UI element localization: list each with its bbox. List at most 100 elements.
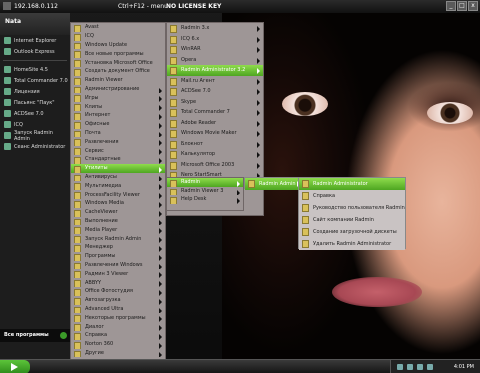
menu2-item[interactable]: Mail.ru Агент <box>167 76 263 87</box>
menu1-item[interactable]: Администрирование <box>71 85 165 94</box>
menu1-item[interactable]: ABBYY <box>71 278 165 287</box>
menu2-item[interactable]: Total Commander 7 <box>167 107 263 118</box>
menu1-item[interactable]: Клипы <box>71 102 165 111</box>
menu1-item[interactable]: Advanced Ultra <box>71 305 165 314</box>
tray-network-icon[interactable] <box>397 364 403 370</box>
program-icon <box>170 56 177 65</box>
tray-radmin-icon[interactable] <box>417 364 423 370</box>
menu1-item[interactable]: Развлечения <box>71 137 165 147</box>
menu1-item[interactable]: Создать документ Office <box>71 67 165 76</box>
submenu-arrow-icon <box>257 78 260 85</box>
menu5-item[interactable]: Radmin Administrator <box>299 178 405 190</box>
menu2-item-label: Adobe Reader <box>181 119 217 126</box>
start-item-internet-explorer[interactable]: Internet Explorer <box>0 35 70 46</box>
menu4-item-label: Radmin Admin <box>259 181 296 187</box>
start-item-acdsee[interactable]: ACDSee 7.0 <box>0 108 70 119</box>
menu1-item[interactable]: Развлечения Windows <box>71 261 165 270</box>
menu1-item[interactable]: Менеджер <box>71 243 165 252</box>
photo-lips <box>332 277 422 307</box>
maximize-button[interactable]: □ <box>457 1 467 11</box>
menu1-item[interactable]: Интернет <box>71 111 165 120</box>
menu2-item[interactable]: Блокнот <box>167 139 263 150</box>
menu1-item[interactable]: Другие <box>71 349 165 358</box>
menu1-item[interactable]: ICQ <box>71 32 165 41</box>
remote-session-topbar: 192.168.0.112 Ctrl+F12 - menu NO LICENSE… <box>0 0 480 13</box>
program-icon <box>302 204 309 212</box>
all-programs-button[interactable]: Все программы <box>0 329 70 342</box>
menu5-item[interactable]: Справка <box>299 190 405 202</box>
menu1-item[interactable]: Сервис <box>71 146 165 155</box>
menu3-item[interactable]: Radmin Viewer 3 <box>167 187 243 195</box>
menu1-item[interactable]: Справка <box>71 331 165 340</box>
menu2-item[interactable]: Калькулятор <box>167 149 263 160</box>
start-item-license[interactable]: Лицензия <box>0 86 70 97</box>
menu2-item-label: Opera <box>181 56 197 63</box>
menu2-item[interactable]: Skype <box>167 97 263 108</box>
tray-volume-icon[interactable] <box>407 364 413 370</box>
menu1-item[interactable]: Радмин 3 Viewer <box>71 269 165 279</box>
menu2-item[interactable]: ACDSee 7.0 <box>167 86 263 97</box>
menu2-item[interactable]: Windows Movie Maker <box>167 128 263 139</box>
menu1-item[interactable]: Установка Microsoft Office <box>71 58 165 67</box>
menu2-item[interactable]: Adobe Reader <box>167 118 263 129</box>
start-item-outlook-express[interactable]: Outlook Express <box>0 46 70 57</box>
menu1-item-label: Радмин 3 Viewer <box>85 270 129 277</box>
start-item-spider[interactable]: Пасьянс "Паук" <box>0 97 70 108</box>
menu1-item[interactable]: Norton 360 <box>71 340 165 349</box>
menu1-item[interactable]: Почта <box>71 129 165 138</box>
menu1-item-label: Некоторые программы <box>85 314 146 321</box>
menu1-item[interactable]: Windows Update <box>71 41 165 50</box>
menu5-item[interactable]: Удалить Radmin Administrator <box>299 238 405 250</box>
menu2-item[interactable]: Radmin Administrator 3.2 <box>167 65 263 76</box>
submenu-arrow-icon <box>257 141 260 148</box>
menu1-item[interactable]: CacheViewer <box>71 208 165 217</box>
menu1-item[interactable]: Автозагрузка <box>71 296 165 305</box>
menu2-item[interactable]: Radmin 3.x <box>167 23 263 34</box>
start-button[interactable] <box>0 360 30 373</box>
menu2-item[interactable]: Microsoft Office 2003 <box>167 160 263 171</box>
program-icon <box>74 104 81 111</box>
menu1-item[interactable]: Avast <box>71 23 165 32</box>
menu1-item[interactable]: Некоторые программы <box>71 313 165 323</box>
menu1-item[interactable]: Стандартные <box>71 155 165 164</box>
start-item-session[interactable]: Сеанс Administrator <box>0 141 70 152</box>
menu1-item[interactable]: ProcessFacility Viewer <box>71 190 165 199</box>
menu2-item[interactable]: ICQ 6.x <box>167 34 263 45</box>
menu1-item[interactable]: Все новые программы <box>71 49 165 59</box>
menu3-item[interactable]: Radmin <box>167 178 243 187</box>
menu1-item[interactable]: Диалог <box>71 322 165 331</box>
start-item-radmin-admin[interactable]: Запуск Radmin Admin <box>0 130 70 142</box>
start-item-icq[interactable]: ICQ <box>0 119 70 130</box>
menu2-item[interactable]: WinRAR <box>167 44 263 55</box>
tray-antivirus-icon[interactable] <box>427 364 433 370</box>
start-item-homesite[interactable]: HomeSite 4.5 <box>0 64 70 75</box>
program-icon <box>74 148 81 155</box>
menu1-item[interactable]: Office Фотостудия <box>71 287 165 296</box>
start-item-total-commander[interactable]: Total Commander 7.0 <box>0 75 70 86</box>
program-icon <box>74 157 81 164</box>
program-icon <box>74 333 81 340</box>
menu1-item-label: CacheViewer <box>85 209 118 216</box>
menu1-item[interactable]: Программы <box>71 252 165 261</box>
menu5-item[interactable]: Создание загрузочной дискеты <box>299 226 405 238</box>
menu1-item[interactable]: Выполнение <box>71 217 165 226</box>
menu1-item[interactable]: Офисные <box>71 120 165 129</box>
menu5-item[interactable]: Руководство пользователя Radmin <box>299 202 405 214</box>
menu1-item[interactable]: Windows Media <box>71 199 165 208</box>
menu2-item[interactable]: Opera <box>167 55 263 66</box>
menu1-item[interactable]: Запуск Radmin Admin <box>71 234 165 243</box>
menu1-item[interactable]: Антивирусы <box>71 173 165 182</box>
menu5-item[interactable]: Сайт компании Radmin <box>299 214 405 226</box>
submenu-arrow-icon <box>257 162 260 169</box>
photo-eye-right <box>427 102 473 124</box>
menu1-item[interactable]: Radmin Viewer <box>71 76 165 85</box>
menu1-item[interactable]: Утилиты <box>71 163 165 173</box>
menu3-item[interactable]: Help Desk <box>167 195 243 204</box>
menu1-item[interactable]: Мультимедиа <box>71 181 165 191</box>
menu1-item[interactable]: Игры <box>71 93 165 103</box>
menu1-item[interactable]: Media Player <box>71 225 165 235</box>
minimize-button[interactable]: _ <box>446 1 456 11</box>
menu4-item[interactable]: Radmin Admin <box>245 178 303 190</box>
program-icon <box>74 209 81 217</box>
close-button[interactable]: x <box>468 1 478 11</box>
